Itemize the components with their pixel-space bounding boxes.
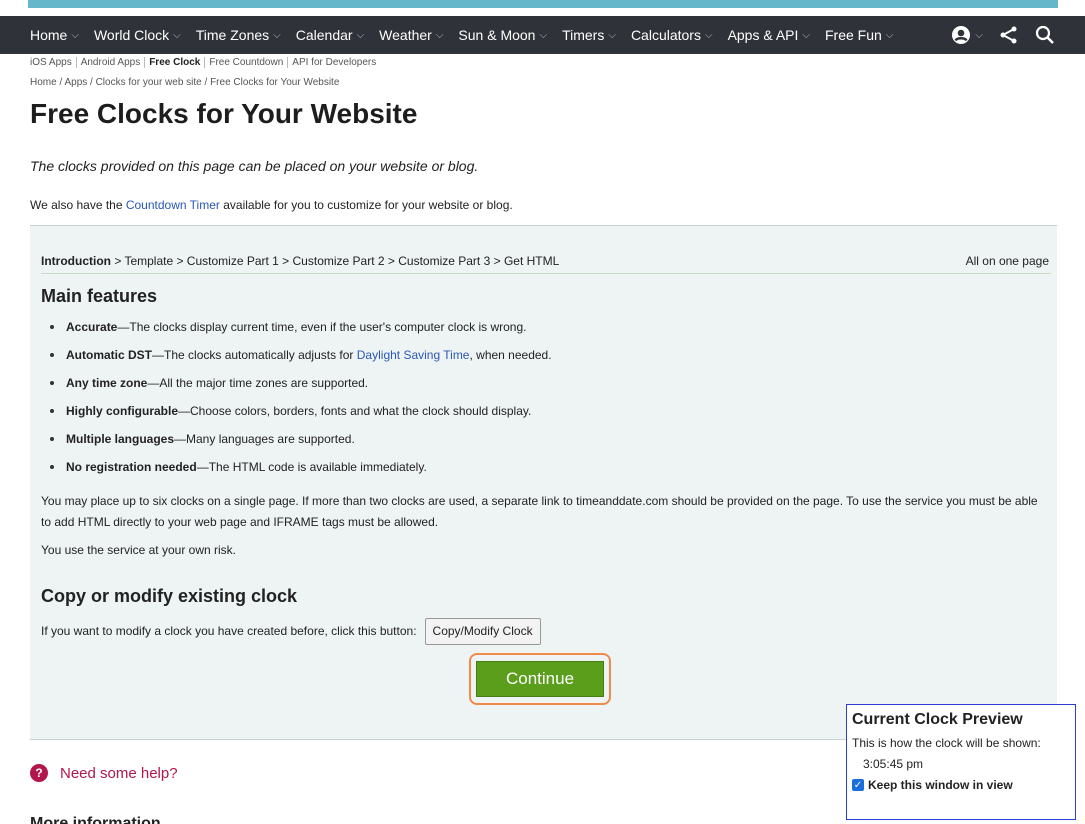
nav-apps-api[interactable]: Apps & API ⌵ [728,27,810,43]
clock-preview-box: Current Clock Preview This is how the cl… [846,704,1076,820]
chevron-down-icon: ⌵ [975,29,983,41]
limits-paragraph: You may place up to six clocks on a sing… [41,494,1038,529]
nav-world-clock[interactable]: World Clock ⌵ [94,27,181,43]
list-item: Any time zone—All the major time zones a… [41,375,1041,403]
page-title: Free Clocks for Your Website [30,98,418,129]
nav-sun-moon[interactable]: Sun & Moon ⌵ [458,27,547,43]
step-current: Introduction [41,254,111,268]
chevron-down-icon: ⌵ [608,29,616,41]
intro-text: The clocks provided on this page can be … [30,158,479,174]
question-icon: ? [30,764,48,782]
chevron-down-icon: ⌵ [273,29,281,41]
nav-weather[interactable]: Weather ⌵ [379,27,443,43]
nav-right-tools: ⌵ [951,16,1055,54]
nav-free-fun[interactable]: Free Fun ⌵ [825,27,893,43]
chevron-down-icon: ⌵ [539,29,548,41]
nav-calendar[interactable]: Calendar ⌵ [296,27,364,43]
subnav-free-countdown[interactable]: Free Countdown [209,57,289,68]
share-icon[interactable] [999,25,1019,45]
keep-in-view-checkbox[interactable]: ✓ [852,779,864,791]
main-navbar: Home ⌵ World Clock ⌵ Time Zones ⌵ Calendar ⌵… [0,16,1085,54]
chevron-down-icon: ⌵ [173,29,181,41]
preview-description: This is how the clock will be shown: [852,736,1041,750]
chevron-down-icon: ⌵ [435,29,444,41]
banner-band [28,0,1058,8]
search-icon[interactable] [1035,25,1055,45]
countdown-note: We also have the Countdown Timer availab… [30,198,513,212]
continue-button[interactable]: Continue [476,661,604,697]
features-list: Accurate—The clocks display current time… [41,319,1041,487]
steps-divider [41,273,1051,274]
top-banner-strip [0,0,1085,16]
wizard-panel: Introduction > Template > Customize Part… [30,225,1057,740]
risk-paragraph: You use the service at your own risk. [41,543,236,557]
list-item: Automatic DST—The clocks automatically a… [41,347,1041,375]
all-on-one-page-link[interactable]: All on one page [966,254,1049,268]
features-heading: Main features [41,286,158,306]
countdown-timer-link[interactable]: Countdown Timer [126,198,220,212]
nav-home[interactable]: Home ⌵ [30,27,79,43]
dst-link[interactable]: Daylight Saving Time [357,348,470,362]
wizard-steps: Introduction > Template > Customize Part… [41,254,559,268]
preview-title: Current Clock Preview [852,711,1023,728]
sub-navigation: iOS Apps Android Apps Free Clock Free Co… [30,57,384,68]
nav-time-zones[interactable]: Time Zones ⌵ [196,27,281,43]
copy-heading: Copy or modify existing clock [41,586,298,606]
more-information-heading: More information [30,815,161,824]
chevron-down-icon: ⌵ [704,29,713,41]
list-item: No registration needed—The HTML code is … [41,459,1041,487]
breadcrumb[interactable]: Home / Apps / Clocks for your web site /… [30,77,339,88]
subnav-ios-apps[interactable]: iOS Apps [30,57,77,68]
keep-in-view-option[interactable]: ✓ Keep this window in view [850,778,1072,792]
account-menu[interactable]: ⌵ [951,25,983,45]
list-item: Accurate—The clocks display current time… [41,319,1041,347]
chevron-down-icon: ⌵ [885,29,894,41]
user-icon [952,26,971,44]
chevron-down-icon: ⌵ [71,29,79,41]
copy-paragraph: If you want to modify a clock you have c… [41,618,1046,645]
nav-timers[interactable]: Timers ⌵ [562,27,616,43]
list-item: Highly configurable—Choose colors, borde… [41,403,1041,431]
step-rest[interactable]: > Template > Customize Part 1 > Customiz… [111,254,559,268]
continue-highlight: Continue [469,653,611,705]
chevron-down-icon: ⌵ [356,29,365,41]
subnav-android-apps[interactable]: Android Apps [81,57,146,68]
chevron-down-icon: ⌵ [802,29,810,41]
subnav-api-developers[interactable]: API for Developers [292,57,380,68]
nav-calculators[interactable]: Calculators ⌵ [631,27,713,43]
preview-clock-time: 3:05:45 pm [863,757,924,771]
subnav-free-clock[interactable]: Free Clock [149,57,206,68]
copy-modify-clock-button[interactable]: Copy/Modify Clock [424,618,541,645]
list-item: Multiple languages—Many languages are su… [41,431,1041,459]
help-link[interactable]: ? Need some help? [30,764,178,782]
